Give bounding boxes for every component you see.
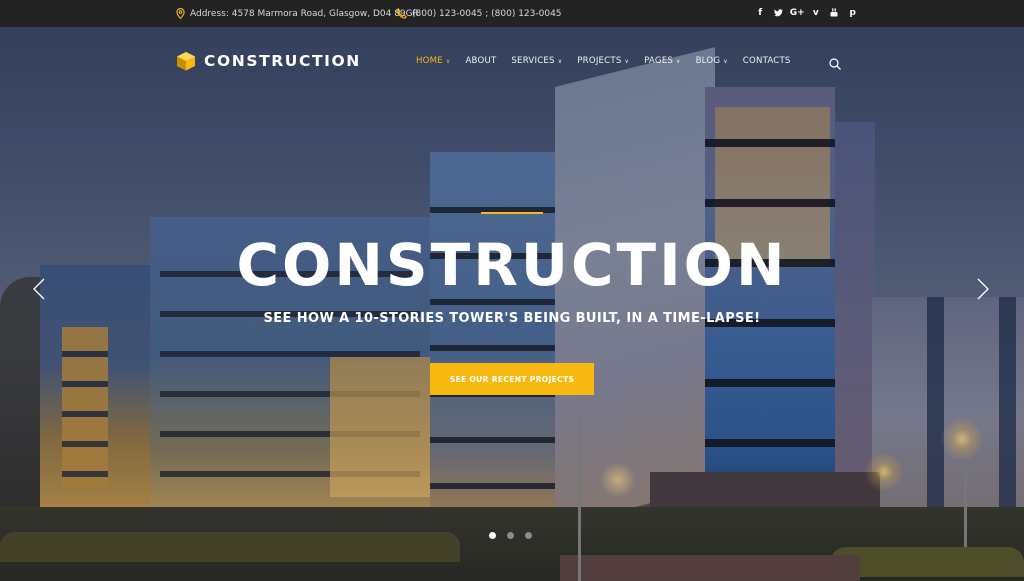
hero-slider: CONSTRUCTION HOME ∨ ABOUT SERVICES ∨ PRO… — [0, 27, 1024, 581]
nav-services[interactable]: SERVICES ∨ — [511, 56, 562, 66]
hero-title: CONSTRUCTION — [236, 231, 788, 299]
title-accent-line — [481, 212, 543, 214]
logo-text: CONSTRUCTION — [204, 52, 361, 70]
hero-subtitle: SEE HOW A 10-STORIES TOWER'S BEING BUILT… — [263, 311, 761, 326]
nav-home-label: HOME — [416, 56, 443, 66]
nav-projects-label: PROJECTS — [577, 56, 622, 66]
address-info: Address: 4578 Marmora Road, Glasgow, D04… — [176, 8, 419, 19]
see-recent-projects-button[interactable]: SEE OUR RECENT PROJECTS — [430, 363, 594, 395]
nav-about-label: ABOUT — [465, 56, 497, 66]
top-info-bar: Address: 4578 Marmora Road, Glasgow, D04… — [0, 0, 1024, 27]
slide-dot-2[interactable] — [507, 532, 514, 539]
nav-contacts[interactable]: CONTACTS — [743, 56, 791, 66]
nav-pages-label: PAGES — [644, 56, 673, 66]
chevron-down-icon: ∨ — [445, 57, 451, 65]
hero-overlay — [0, 27, 1024, 581]
twitter-icon[interactable] — [770, 0, 789, 27]
nav-home[interactable]: HOME ∨ — [416, 56, 450, 66]
main-nav: HOME ∨ ABOUT SERVICES ∨ PROJECTS ∨ PAGES… — [416, 54, 806, 68]
slide-dot-1[interactable] — [489, 532, 496, 539]
map-pin-icon — [176, 8, 185, 19]
slider-pagination — [489, 532, 532, 539]
google-plus-icon[interactable]: G+ — [788, 0, 807, 27]
search-button[interactable] — [829, 55, 841, 74]
phone-text[interactable]: (800) 123-0045 ; (800) 123-0045 — [412, 9, 562, 19]
social-links: f G+ v p — [751, 0, 862, 27]
chevron-down-icon: ∨ — [723, 57, 728, 65]
search-icon — [829, 58, 841, 70]
slide-dot-3[interactable] — [525, 532, 532, 539]
nav-projects[interactable]: PROJECTS ∨ — [577, 56, 629, 66]
nav-pages[interactable]: PAGES ∨ — [644, 56, 681, 66]
slider-prev-button[interactable] — [33, 278, 45, 304]
chevron-down-icon: ∨ — [675, 57, 681, 65]
nav-about[interactable]: ABOUT — [465, 56, 496, 66]
nav-blog[interactable]: BLOG ∨ — [696, 56, 728, 66]
phone-info: (800) 123-0045 ; (800) 123-0045 — [396, 8, 562, 19]
chevron-down-icon: ∨ — [624, 57, 630, 65]
chevron-right-icon — [977, 278, 989, 300]
logo[interactable]: CONSTRUCTION — [176, 51, 361, 71]
nav-blog-label: BLOG — [695, 56, 721, 66]
youtube-icon[interactable] — [825, 0, 844, 27]
chevron-down-icon: ∨ — [557, 57, 563, 65]
logo-cube-icon — [177, 52, 195, 71]
address-text: Address: 4578 Marmora Road, Glasgow, D04… — [190, 8, 419, 19]
facebook-icon[interactable]: f — [751, 0, 770, 27]
phone-icon — [396, 8, 407, 19]
nav-contacts-label: CONTACTS — [742, 56, 791, 66]
vimeo-icon[interactable]: v — [807, 0, 826, 27]
slider-next-button[interactable] — [977, 278, 989, 304]
pinterest-icon[interactable]: p — [844, 0, 863, 27]
chevron-left-icon — [33, 278, 45, 300]
nav-services-label: SERVICES — [511, 56, 555, 66]
